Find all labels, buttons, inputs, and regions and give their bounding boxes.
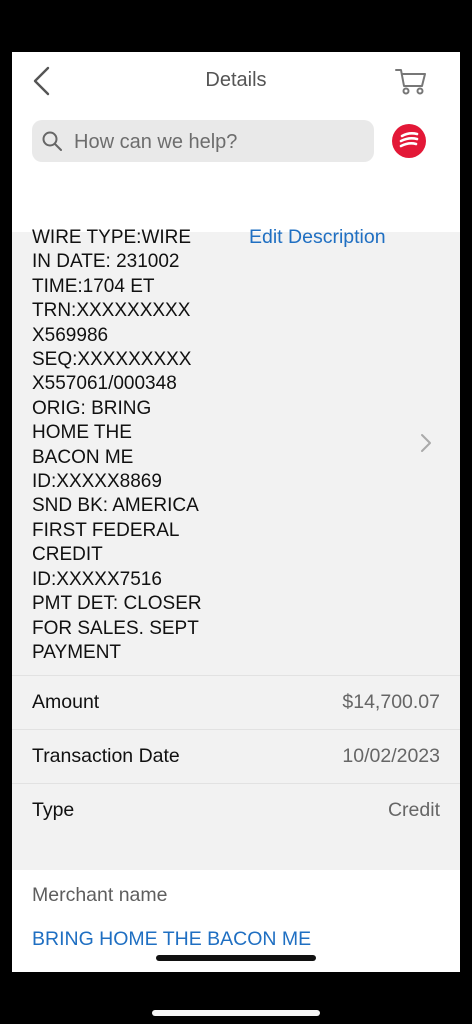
search-bar[interactable]: [32, 120, 374, 164]
transaction-date-value: 10/02/2023: [342, 745, 440, 767]
bank-logo-icon: [399, 132, 419, 148]
header: Details: [12, 52, 460, 232]
bank-logo-button[interactable]: [392, 124, 426, 158]
amount-value: $14,700.07: [342, 691, 440, 713]
edit-description-link[interactable]: Edit Description: [249, 226, 386, 249]
chevron-right-icon[interactable]: [418, 432, 434, 454]
bottom-bar: [152, 1010, 320, 1016]
search-icon: [42, 131, 62, 151]
type-value: Credit: [387, 799, 440, 821]
cart-button[interactable]: [394, 64, 428, 98]
merchant-name-link[interactable]: BRING HOME THE BACON ME: [32, 928, 311, 951]
transaction-date-row: Transaction Date 10/02/2023: [12, 729, 460, 783]
type-label: Type: [32, 799, 75, 821]
type-row: Type Credit: [12, 783, 460, 871]
transaction-description: WIRE TYPE:WIRE IN DATE: 231002 TIME:1704…: [32, 227, 202, 663]
page-title: Details: [205, 69, 267, 91]
search-input[interactable]: [72, 120, 366, 164]
cart-icon: [395, 69, 426, 95]
details-screen: Details WIRE TYPE:WIRE IN DATE: 231002: [12, 52, 460, 972]
home-indicator[interactable]: [156, 955, 316, 961]
amount-row: Amount $14,700.07: [12, 675, 460, 729]
transaction-date-label: Transaction Date: [32, 745, 180, 767]
amount-label: Amount: [32, 691, 100, 713]
merchant-name-label: Merchant name: [32, 884, 168, 906]
